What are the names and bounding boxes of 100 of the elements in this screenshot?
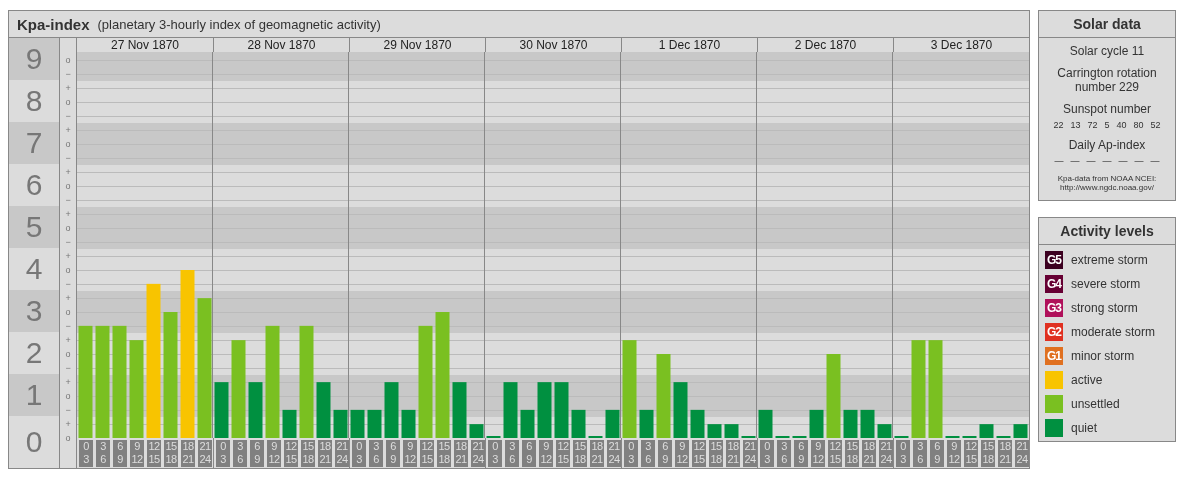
y-subtick-label: + (65, 292, 71, 305)
y-subtick-label: + (65, 376, 71, 389)
y-axis-label: 3 (9, 290, 60, 332)
hour-label: 0 3 (488, 440, 502, 467)
hour-label: 0 3 (624, 440, 638, 467)
hour-label: 21 24 (879, 440, 893, 467)
kp-bar (639, 409, 654, 438)
legend-label: unsettled (1071, 397, 1120, 411)
kp-bar (520, 409, 535, 438)
y-subtick-label: + (65, 124, 71, 137)
level-badge: G1 (1045, 347, 1063, 365)
sunspot-value: 80 (1133, 120, 1144, 130)
y-axis-label: 7 (9, 122, 60, 164)
kp-bar (979, 424, 994, 438)
hour-label: 6 9 (113, 440, 127, 467)
y-subtick-label: o (65, 348, 71, 361)
y-subtick-label: − (65, 110, 71, 123)
hour-label: 9 12 (675, 440, 689, 467)
hour-label: 21 24 (198, 440, 212, 467)
kp-bar (333, 409, 348, 438)
legend-label: strong storm (1071, 301, 1138, 315)
kp-bar (843, 409, 858, 438)
kp-bar (214, 382, 229, 438)
hour-label: 18 21 (318, 440, 332, 467)
kp-bar (401, 409, 416, 438)
y-axis-label: 6 (24, 167, 44, 203)
panel-title: Activity levels (1039, 218, 1175, 245)
hour-label: 18 21 (862, 440, 876, 467)
day-label: 27 Nov 1870 (109, 38, 181, 52)
kp-bar (707, 424, 722, 438)
hour-label: 21 24 (335, 440, 349, 467)
hour-label: 12 15 (284, 440, 298, 467)
y-subtick-label: − (65, 236, 71, 249)
hour-label: 15 18 (981, 440, 995, 467)
kp-bar (605, 409, 620, 438)
kp-bar (690, 409, 705, 438)
y-axis-label: 1 (9, 374, 60, 416)
hour-label: 6 9 (522, 440, 536, 467)
hour-label: 6 9 (930, 440, 944, 467)
hour-label: 6 9 (794, 440, 808, 467)
hour-label: 12 15 (420, 440, 434, 467)
kp-bar (248, 382, 263, 438)
hour-label: 3 6 (777, 440, 791, 467)
hour-label: 6 9 (386, 440, 400, 467)
kp-bar (384, 382, 399, 438)
y-subtick-label: + (65, 418, 71, 431)
hour-label: 3 6 (913, 440, 927, 467)
hour-label: 18 21 (590, 440, 604, 467)
kp-bar (1013, 424, 1028, 438)
hour-label: 21 24 (743, 440, 757, 467)
sunspot-value: 72 (1087, 120, 1098, 130)
carrington-text: Carrington rotation number 229 (1056, 66, 1158, 94)
y-subtick-label: o (65, 96, 71, 109)
ap-index-heading: Daily Ap-index (1068, 138, 1146, 152)
sunspot-heading: Sunspot number (1062, 102, 1152, 116)
hour-label: 12 15 (556, 440, 570, 467)
y-subtick-label: o (65, 306, 71, 319)
solar-cycle-text: Solar cycle 11 (1069, 44, 1145, 58)
y-subtick-label: o (65, 390, 71, 403)
hour-label: 3 6 (96, 440, 110, 467)
hour-label: 3 6 (505, 440, 519, 467)
y-axis-label: 5 (9, 206, 60, 248)
kp-bar (367, 409, 382, 438)
y-subtick-label: + (65, 250, 71, 263)
y-subtick-label: − (65, 68, 71, 81)
hour-label: 0 3 (352, 440, 366, 467)
y-subtick-label: + (65, 166, 71, 179)
legend-label: moderate storm (1071, 325, 1156, 339)
y-axis-label: 9 (9, 38, 60, 80)
kp-bar (571, 409, 586, 438)
kp-bar (877, 424, 892, 438)
level-badge: G2 (1045, 323, 1063, 341)
level-badge: G4 (1045, 275, 1063, 293)
y-axis-label: 4 (24, 251, 44, 287)
hour-label: 3 6 (641, 440, 655, 467)
y-subtick-label: o (65, 264, 71, 277)
source-text: Kpa-data from NOAA NCEI: (1057, 174, 1157, 183)
kp-bar (554, 382, 569, 438)
ap-index-value: — (1150, 156, 1160, 166)
hour-label: 3 6 (233, 440, 247, 467)
sunspot-value: 13 (1070, 120, 1081, 130)
legend-label: extreme storm (1071, 253, 1148, 267)
hour-label: 15 18 (301, 440, 315, 467)
hour-label: 9 12 (130, 440, 144, 467)
hour-label: 15 18 (573, 440, 587, 467)
y-subtick-label: − (65, 194, 71, 207)
kp-bar (537, 382, 552, 438)
panel-title: Solar data (1039, 11, 1175, 38)
y-subtick-label: + (65, 82, 71, 95)
hour-label: 9 12 (539, 440, 553, 467)
y-subtick-label: − (65, 404, 71, 417)
kp-bar (809, 409, 824, 438)
chart-subtitle: (planetary 3-hourly index of geomagnetic activity) (97, 16, 381, 32)
hour-label: 6 9 (250, 440, 264, 467)
kp-bar (503, 382, 518, 438)
hour-label: 12 15 (828, 440, 842, 467)
legend-label: severe storm (1071, 277, 1141, 291)
sunspot-value: 5 (1104, 120, 1110, 130)
ap-index-value: — (1102, 156, 1112, 166)
kp-bar (860, 409, 875, 438)
